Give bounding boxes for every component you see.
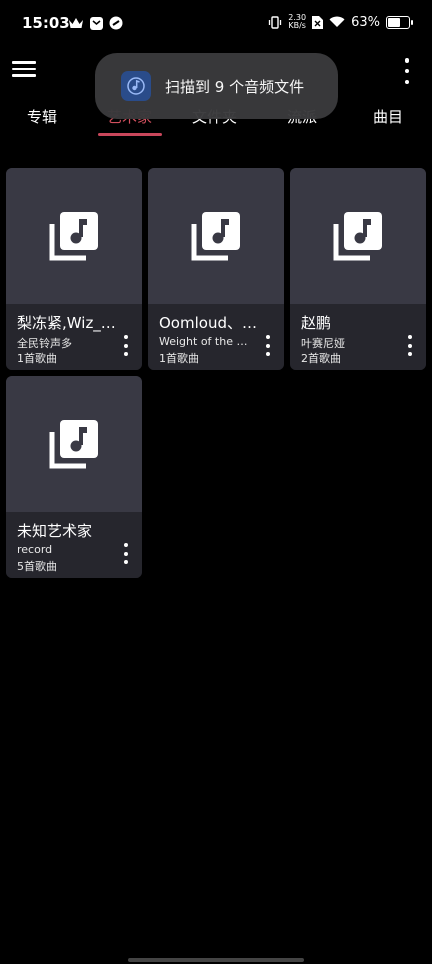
- status-time: 15:03: [22, 14, 70, 32]
- artist-card[interactable]: 赵鹏 叶赛尼娅 2首歌曲: [290, 168, 426, 370]
- more-dot-icon: [404, 68, 410, 74]
- artist-card[interactable]: 未知艺术家 record 5首歌曲: [6, 376, 142, 578]
- song-count: 5首歌曲: [17, 560, 57, 573]
- artist-subtitle: 叶赛尼娅: [301, 337, 345, 350]
- music-library-icon: [49, 212, 98, 261]
- tab-albums[interactable]: 专辑: [27, 106, 57, 127]
- more-dot-icon: [404, 79, 410, 84]
- artist-name: 梨冻紧,Wiz_…: [17, 314, 116, 332]
- crown-icon: [69, 18, 83, 28]
- card-more-button[interactable]: [123, 543, 129, 564]
- artist-artwork: [290, 168, 426, 304]
- network-speed: 2.30 KB/s: [288, 14, 306, 30]
- artist-info: Oomloud、Wi… Weight of the … 1首歌曲: [148, 304, 284, 370]
- more-dot-icon: [404, 58, 410, 63]
- artist-card[interactable]: 梨冻紧,Wiz_… 全民铃声多 1首歌曲: [6, 168, 142, 370]
- more-dot-icon: [408, 335, 412, 339]
- more-dot-icon: [266, 352, 270, 356]
- menu-button[interactable]: [12, 58, 36, 82]
- artist-name: Oomloud、Wi…: [159, 314, 265, 332]
- song-count: 2首歌曲: [301, 352, 341, 365]
- artist-card[interactable]: Oomloud、Wi… Weight of the … 1首歌曲: [148, 168, 284, 370]
- status-bar: 15:03 2.30 KB/s 63%: [0, 0, 432, 50]
- menu-icon-line: [12, 67, 36, 70]
- more-dot-icon: [266, 335, 270, 339]
- menu-icon-line: [12, 61, 36, 64]
- artist-info: 赵鹏 叶赛尼娅 2首歌曲: [290, 304, 426, 370]
- card-more-button[interactable]: [123, 335, 129, 356]
- more-dot-icon: [124, 543, 128, 547]
- more-dot-icon: [266, 343, 270, 348]
- more-dot-icon: [408, 343, 412, 348]
- more-dot-icon: [124, 343, 128, 348]
- music-library-icon: [333, 212, 382, 261]
- artist-artwork: [6, 168, 142, 304]
- more-dot-icon: [124, 335, 128, 339]
- mail-app-icon: [90, 16, 103, 30]
- link-app-icon: [109, 16, 123, 30]
- more-dot-icon: [124, 551, 128, 556]
- network-speed-unit: KB/s: [288, 21, 306, 30]
- system-status-icons: 2.30 KB/s 63%: [268, 14, 413, 30]
- wifi-icon: [329, 16, 345, 27]
- artist-subtitle: 全民铃声多: [17, 337, 72, 350]
- menu-icon-line: [12, 74, 36, 77]
- notification-icons: [68, 16, 123, 30]
- no-sim-icon: [312, 15, 324, 29]
- artist-subtitle: record: [17, 543, 53, 556]
- vibrate-icon: [269, 15, 282, 29]
- more-options-button[interactable]: [402, 58, 412, 84]
- artist-name: 未知艺术家: [17, 522, 93, 540]
- card-more-button[interactable]: [407, 335, 413, 356]
- battery-percent: 63%: [351, 14, 380, 30]
- active-tab-indicator: [98, 133, 162, 136]
- artist-subtitle: Weight of the …: [159, 335, 248, 348]
- toast-message: 扫描到 9 个音频文件: [165, 77, 305, 96]
- scan-toast: 扫描到 9 个音频文件: [95, 53, 338, 119]
- home-indicator[interactable]: [128, 958, 304, 962]
- artist-name: 赵鹏: [301, 314, 332, 332]
- artist-info: 未知艺术家 record 5首歌曲: [6, 512, 142, 578]
- artist-artwork: [6, 376, 142, 512]
- card-more-button[interactable]: [265, 335, 271, 356]
- music-library-icon: [191, 212, 240, 261]
- artist-artwork: [148, 168, 284, 304]
- song-count: 1首歌曲: [17, 352, 57, 365]
- music-library-icon: [49, 420, 98, 469]
- music-app-icon: [121, 71, 151, 101]
- battery-icon: [386, 15, 413, 29]
- song-count: 1首歌曲: [159, 352, 199, 365]
- artist-info: 梨冻紧,Wiz_… 全民铃声多 1首歌曲: [6, 304, 142, 370]
- more-dot-icon: [124, 560, 128, 564]
- tab-tracks[interactable]: 曲目: [373, 106, 403, 127]
- more-dot-icon: [124, 352, 128, 356]
- more-dot-icon: [408, 352, 412, 356]
